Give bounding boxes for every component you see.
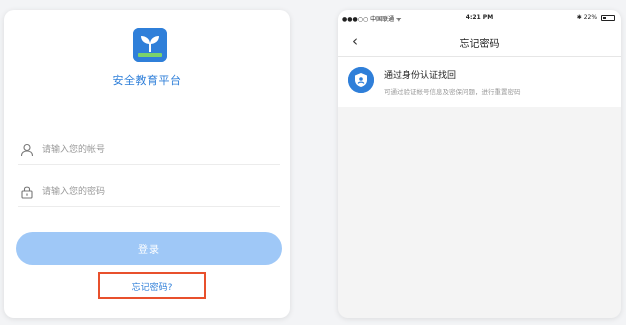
username-input[interactable] xyxy=(40,138,274,162)
lock-icon xyxy=(20,184,34,199)
status-bar: ●●●○○ 中国联通 ᯤ 4:21 PM ✱ 22% xyxy=(338,10,621,26)
option-description: 可通过验证帐号信息及密保问题，进行重置密码 xyxy=(384,88,521,96)
user-icon xyxy=(20,142,34,157)
forgot-password-screen: ●●●○○ 中国联通 ᯤ 4:21 PM ✱ 22% ‹ 忘记密码 通过身份认证… xyxy=(338,10,621,318)
app-name: 安全教育平台 xyxy=(112,74,182,87)
password-field xyxy=(18,176,280,207)
password-input[interactable] xyxy=(40,180,274,204)
identity-recovery-option[interactable]: 通过身份认证找回 可通过验证帐号信息及密保问题，进行重置密码 xyxy=(338,57,621,107)
option-title: 通过身份认证找回 xyxy=(384,71,457,81)
username-field xyxy=(18,134,280,165)
page-title: 忘记密码 xyxy=(459,39,500,50)
battery-status: ✱ 22% xyxy=(577,14,615,21)
battery-icon xyxy=(601,14,615,21)
login-button[interactable]: 登录 xyxy=(16,232,282,265)
login-screen: 安全教育平台 登录 忘记密码? xyxy=(4,10,290,318)
battery-percent: ✱ 22% xyxy=(576,14,598,21)
shield-icon xyxy=(348,67,374,93)
forgot-password-link[interactable]: 忘记密码? xyxy=(100,280,204,293)
forgot-password-highlight: 忘记密码? xyxy=(98,272,206,299)
app-logo-icon xyxy=(133,28,167,62)
nav-bar: ‹ 忘记密码 xyxy=(338,26,621,57)
